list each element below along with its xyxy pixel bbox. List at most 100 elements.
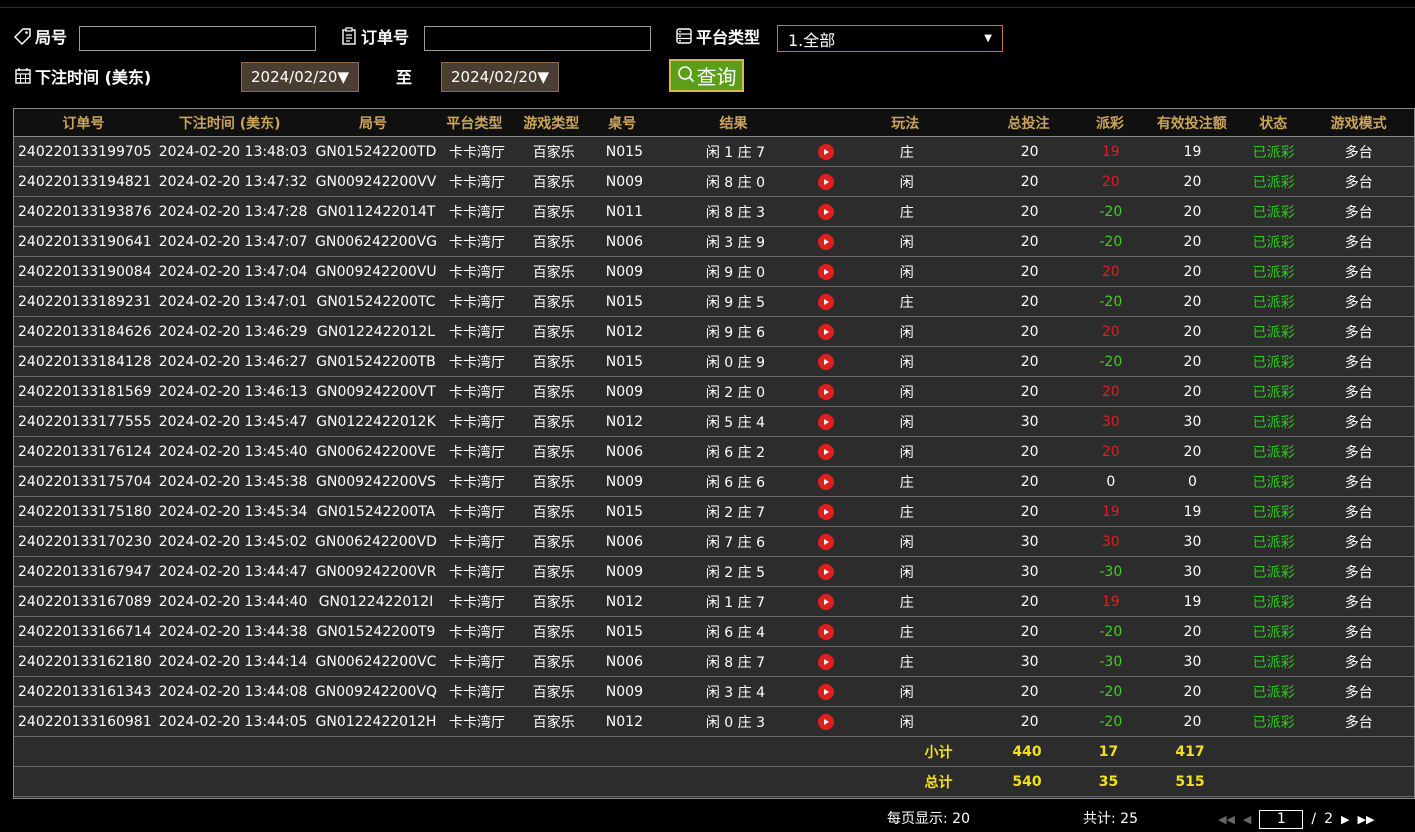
cell-game-no: GN009242200VR: [315, 563, 437, 580]
cell-order-no[interactable]: 240220133199705: [14, 137, 156, 166]
cell-total-bet: 20: [1020, 353, 1039, 370]
header-status[interactable]: 状态: [1243, 109, 1303, 136]
header-bet-time[interactable]: 下注时间 (美东): [153, 109, 307, 136]
header-total-bet[interactable]: 总投注: [978, 109, 1080, 136]
cell-order-no[interactable]: 240220133193876: [14, 197, 156, 226]
cell-status: 已派彩: [1252, 324, 1295, 341]
cell-order-no[interactable]: 240220133189231: [14, 287, 156, 316]
cell-game-no: GN0122422012H: [315, 713, 437, 730]
cell-order-no[interactable]: 240220133194821: [14, 167, 156, 196]
play-video-icon[interactable]: [818, 203, 835, 220]
cell-order-no[interactable]: 240220133175180: [14, 497, 156, 526]
cell-total-bet: 20: [1020, 293, 1039, 310]
cell-order-no[interactable]: 240220133160981: [14, 707, 156, 736]
date-to-picker[interactable]: 2024/02/20 ▼: [441, 62, 559, 92]
play-video-icon[interactable]: [818, 533, 835, 550]
cell-order-no[interactable]: 240220133175704: [14, 467, 156, 496]
header-game-no[interactable]: 局号: [307, 109, 440, 136]
play-video-icon[interactable]: [818, 623, 835, 640]
cell-bet-type: 闲: [899, 354, 914, 371]
play-video-icon[interactable]: [818, 713, 835, 730]
cell-status: 已派彩: [1252, 594, 1295, 611]
cell-valid-bet: 20: [1183, 443, 1202, 460]
cell-order-no[interactable]: 240220133190641: [14, 227, 156, 256]
header-result[interactable]: 结果: [651, 109, 816, 136]
header-valid-bet[interactable]: 有效投注额: [1140, 109, 1243, 136]
cell-order-no[interactable]: 240220133181569: [14, 377, 156, 406]
cell-payout: -30: [1099, 653, 1123, 670]
next-page-icon[interactable]: ▶: [1341, 813, 1349, 826]
play-video-icon[interactable]: [818, 323, 835, 340]
play-video-icon[interactable]: [818, 503, 835, 520]
game-no-label-text: 局号: [35, 28, 68, 47]
play-video-icon[interactable]: [818, 473, 835, 490]
cell-game-no: GN009242200VU: [315, 263, 437, 280]
search-icon: [677, 64, 695, 88]
subtotal-spacer: [14, 737, 883, 766]
play-video-icon[interactable]: [818, 683, 835, 700]
play-video-icon[interactable]: [818, 413, 835, 430]
cell-bet-type: 闲: [899, 234, 914, 251]
cell-status: 已派彩: [1252, 654, 1295, 671]
cell-order-no[interactable]: 240220133167947: [14, 557, 156, 586]
play-video-icon[interactable]: [818, 263, 835, 280]
play-video-icon[interactable]: [818, 443, 835, 460]
header-platform[interactable]: 平台类型: [439, 109, 509, 136]
last-page-icon[interactable]: ▶▶: [1358, 813, 1375, 826]
play-video-icon[interactable]: [818, 593, 835, 610]
cell-table-no: N009: [605, 473, 643, 490]
header-game-type[interactable]: 游戏类型: [509, 109, 593, 136]
cell-table-no: N012: [605, 413, 643, 430]
cell-game-mode: 多台: [1344, 174, 1373, 191]
cell-table-no: N011: [605, 203, 643, 220]
play-video-icon[interactable]: [818, 233, 835, 250]
cell-status: 已派彩: [1252, 354, 1295, 371]
first-page-icon[interactable]: ◀◀: [1218, 813, 1235, 826]
header-bet-type[interactable]: 玩法: [833, 109, 978, 136]
cell-order-no[interactable]: 240220133177555: [14, 407, 156, 436]
cell-bet-time: 2024-02-20 13:44:08: [158, 683, 308, 700]
cell-bet-time: 2024-02-20 13:48:03: [158, 143, 308, 160]
cell-bet-type: 庄: [899, 144, 914, 161]
header-table-no[interactable]: 桌号: [593, 109, 651, 136]
cell-order-no[interactable]: 240220133162180: [14, 647, 156, 676]
page-number-input[interactable]: 1: [1259, 809, 1304, 829]
play-video-icon[interactable]: [818, 293, 835, 310]
cell-order-no[interactable]: 240220133176124: [14, 437, 156, 466]
header-game-mode[interactable]: 游戏模式: [1303, 109, 1414, 136]
play-video-icon[interactable]: [818, 383, 835, 400]
cell-game-type: 百家乐: [532, 234, 575, 251]
table-header: 订单号 下注时间 (美东) 局号 平台类型 游戏类型 桌号 结果 玩法 总投注 …: [14, 109, 1414, 137]
date-from-picker[interactable]: 2024/02/20 ▼: [241, 62, 359, 92]
play-video-icon[interactable]: [818, 653, 835, 670]
cell-order-no[interactable]: 240220133166714: [14, 617, 156, 646]
play-video-icon[interactable]: [818, 143, 835, 160]
cell-payout: -20: [1099, 353, 1123, 370]
header-order-no[interactable]: 订单号: [14, 109, 153, 136]
cell-order-no[interactable]: 240220133161343: [14, 677, 156, 706]
order-no-input[interactable]: [424, 26, 651, 51]
cell-order-no[interactable]: 240220133170230: [14, 527, 156, 556]
play-video-icon[interactable]: [818, 353, 835, 370]
query-button[interactable]: 查询: [669, 59, 744, 92]
game-no-input[interactable]: [79, 26, 316, 51]
platform-select[interactable]: 1.全部 ▼: [777, 25, 1003, 52]
bet-time-label-text: 下注时间 (美东): [35, 68, 152, 87]
prev-page-icon[interactable]: ◀: [1243, 813, 1251, 826]
play-cell: [818, 557, 835, 586]
play-video-icon[interactable]: [818, 563, 835, 580]
cell-platform: 卡卡湾厅: [449, 294, 506, 311]
cell-order-no[interactable]: 240220133184128: [14, 347, 156, 376]
cell-game-no: GN006242200VC: [315, 653, 437, 670]
cell-game-no: GN009242200VS: [315, 473, 436, 490]
cell-bet-time: 2024-02-20 13:47:28: [158, 203, 308, 220]
header-payout[interactable]: 派彩: [1079, 109, 1140, 136]
play-cell: [818, 467, 835, 496]
cell-payout: -20: [1099, 233, 1123, 250]
play-video-icon[interactable]: [818, 173, 835, 190]
cell-valid-bet: 20: [1183, 683, 1202, 700]
cell-order-no[interactable]: 240220133167089: [14, 587, 156, 616]
cell-payout: 19: [1101, 143, 1120, 160]
cell-order-no[interactable]: 240220133190084: [14, 257, 156, 286]
cell-order-no[interactable]: 240220133184626: [14, 317, 156, 346]
